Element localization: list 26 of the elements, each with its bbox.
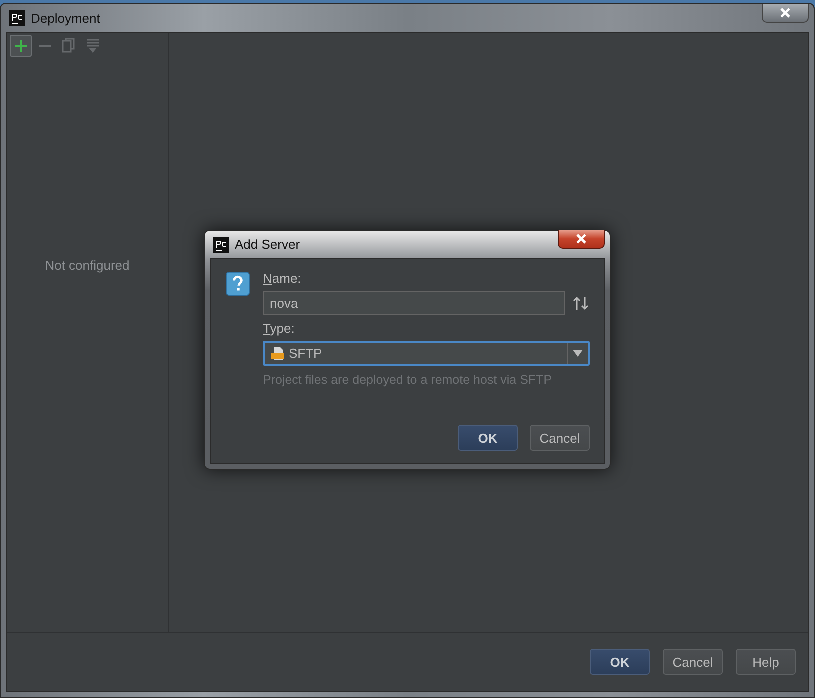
- sort-icon[interactable]: [573, 296, 590, 310]
- ok-button[interactable]: OK: [458, 425, 518, 451]
- close-icon: [780, 8, 791, 18]
- name-label: Name:: [263, 271, 302, 286]
- stack-icon: [86, 38, 100, 54]
- app-icon: [9, 10, 25, 26]
- close-button[interactable]: [762, 4, 809, 23]
- cancel-button[interactable]: Cancel: [530, 425, 590, 451]
- type-dropdown[interactable]: SFTP: [263, 341, 590, 366]
- name-field[interactable]: nova: [263, 291, 565, 315]
- copy-icon: [62, 38, 76, 54]
- type-label: Type:: [263, 321, 296, 336]
- app-icon: [213, 236, 229, 252]
- add-icon: [14, 39, 28, 53]
- close-button[interactable]: [558, 230, 605, 249]
- ok-button[interactable]: OK: [590, 649, 650, 675]
- question-icon: [226, 271, 250, 297]
- help-button[interactable]: Help: [736, 649, 796, 675]
- add-button[interactable]: [10, 35, 32, 57]
- close-icon: [576, 234, 587, 244]
- file-icon: [271, 346, 285, 361]
- dialog-title: Add Server: [235, 237, 300, 252]
- cancel-button[interactable]: Cancel: [663, 649, 723, 675]
- window-title: Deployment: [31, 10, 100, 26]
- dropdown-arrow-icon: [573, 350, 583, 357]
- empty-message: Not configured: [45, 258, 130, 273]
